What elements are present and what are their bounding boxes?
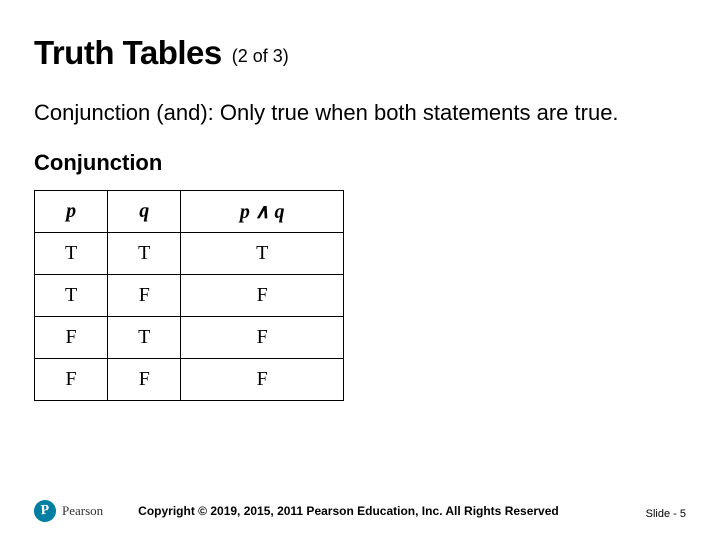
copyright-text: Copyright © 2019, 2015, 2011 Pearson Edu… [138, 504, 559, 518]
cell-p: F [35, 316, 108, 358]
brand-icon: P [33, 499, 56, 522]
subheading: Conjunction [34, 150, 686, 176]
header-pq: p ∧ q [181, 190, 344, 232]
description-text: Conjunction (and): Only true when both s… [34, 98, 686, 128]
cell-pq: F [181, 358, 344, 400]
cell-p: T [35, 274, 108, 316]
cell-q: F [108, 358, 181, 400]
header-q: q [108, 190, 181, 232]
cell-pq: F [181, 316, 344, 358]
brand-name: Pearson [62, 503, 103, 519]
cell-q: T [108, 232, 181, 274]
slide-title: Truth Tables [34, 34, 222, 72]
brand-logo: P Pearson [34, 500, 103, 522]
cell-q: F [108, 274, 181, 316]
header-p: p [35, 190, 108, 232]
cell-q: T [108, 316, 181, 358]
cell-pq: T [181, 232, 344, 274]
slide-number: Slide - 5 [646, 508, 686, 520]
table-row: T F F [35, 274, 344, 316]
table-row: T T T [35, 232, 344, 274]
cell-pq: F [181, 274, 344, 316]
title-row: Truth Tables (2 of 3) [34, 34, 686, 72]
cell-p: T [35, 232, 108, 274]
table-row: F T F [35, 316, 344, 358]
footer: P Pearson Copyright © 2019, 2015, 2011 P… [0, 500, 720, 522]
slide-counter: (2 of 3) [230, 46, 289, 67]
truth-table: p q p ∧ q T T T T F F F T F F [34, 190, 344, 401]
cell-p: F [35, 358, 108, 400]
table-row: F F F [35, 358, 344, 400]
